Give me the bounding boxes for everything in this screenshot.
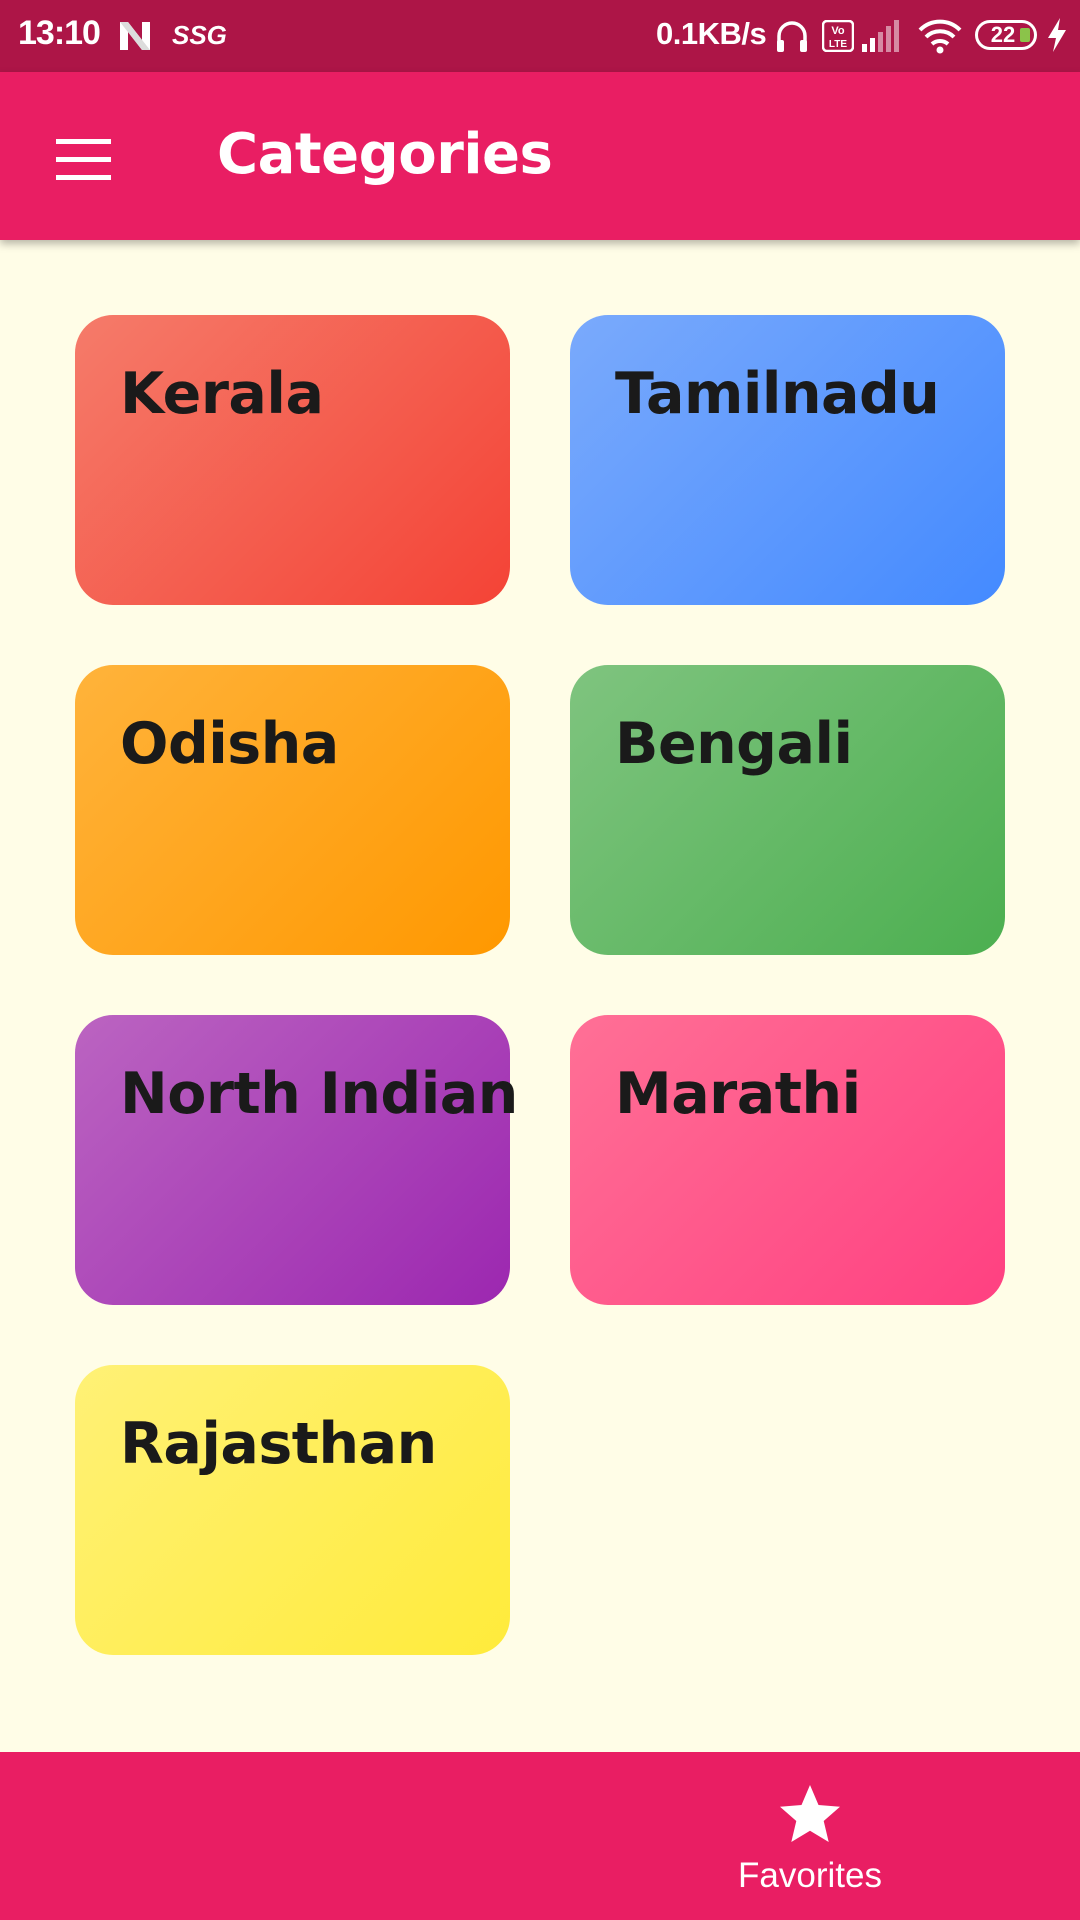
category-label: Rajasthan — [120, 1411, 437, 1477]
app-bar: Categories — [0, 72, 1080, 240]
status-time: 13:10 — [18, 14, 101, 52]
status-bar: 13:10 SSG 0.1KB/s Vo LTE 22 — [0, 0, 1080, 72]
battery-icon: 22 — [975, 20, 1037, 50]
category-label: Marathi — [615, 1061, 861, 1127]
menu-bar-line — [56, 175, 111, 180]
category-card-odisha[interactable]: Odisha — [75, 665, 510, 955]
category-card-north-indian[interactable]: North Indian — [75, 1015, 518, 1305]
menu-bar-line — [56, 157, 111, 162]
category-card-bengali[interactable]: Bengali — [570, 665, 1005, 955]
category-card-tamilnadu[interactable]: Tamilnadu — [570, 315, 1005, 605]
volte-icon: Vo LTE — [822, 20, 854, 52]
signal-icon — [862, 20, 899, 52]
category-grid: Kerala Tamilnadu Odisha Bengali North In… — [0, 240, 1080, 1752]
headphone-icon — [777, 21, 807, 52]
carrier-label: SSG — [172, 20, 227, 50]
svg-text:Vo: Vo — [831, 25, 845, 37]
category-label: Kerala — [120, 361, 324, 427]
category-label: North Indian — [120, 1061, 518, 1127]
category-label: Tamilnadu — [615, 361, 940, 427]
bottom-nav: Favorites — [0, 1752, 1080, 1920]
svg-text:LTE: LTE — [829, 39, 847, 50]
menu-bar-line — [56, 139, 111, 144]
category-card-rajasthan[interactable]: Rajasthan — [75, 1365, 510, 1655]
nav-label-favorites: Favorites — [738, 1856, 882, 1895]
charging-icon — [1048, 18, 1066, 52]
wifi-icon — [918, 19, 962, 54]
category-label: Bengali — [615, 711, 853, 777]
nav-item-favorites[interactable]: Favorites — [700, 1752, 920, 1920]
category-card-marathi[interactable]: Marathi — [570, 1015, 1005, 1305]
category-card-kerala[interactable]: Kerala — [75, 315, 510, 605]
page-title: Categories — [217, 122, 553, 187]
category-label: Odisha — [120, 711, 339, 777]
network-speed: 0.1KB/s — [656, 16, 767, 51]
battery-fill — [1020, 28, 1030, 42]
star-icon — [780, 1785, 840, 1842]
hamburger-menu-icon[interactable] — [40, 116, 128, 204]
n-icon — [120, 22, 150, 50]
